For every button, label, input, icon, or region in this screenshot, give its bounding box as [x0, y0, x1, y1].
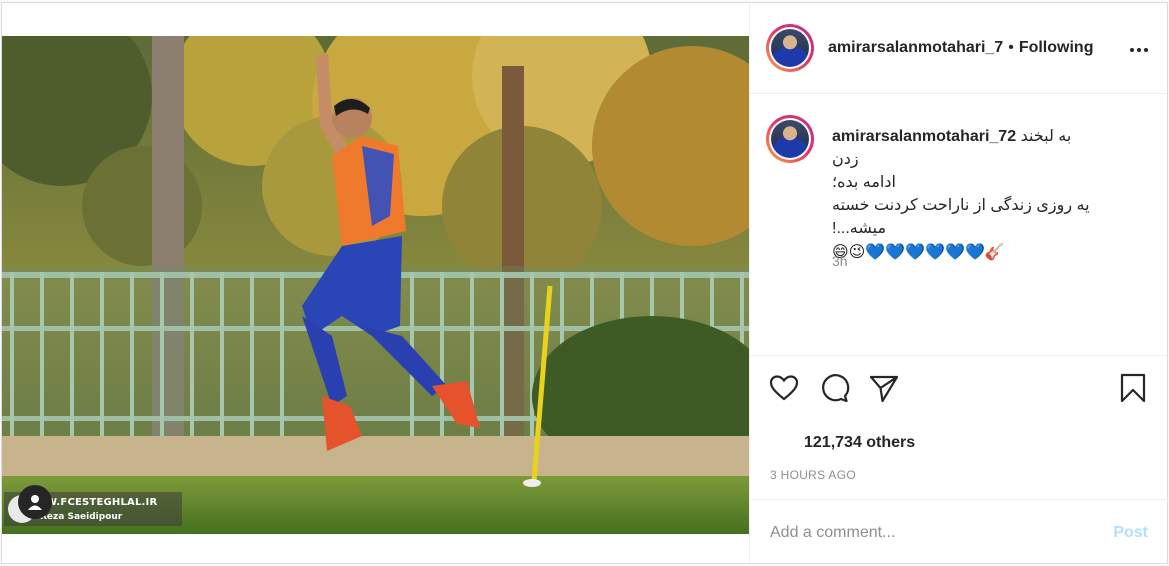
avatar[interactable]	[766, 24, 814, 72]
more-options-icon[interactable]	[1129, 37, 1149, 57]
caption-username[interactable]: amirarsalanmotahari_72	[832, 128, 1016, 145]
caption-avatar[interactable]	[766, 115, 814, 163]
post-header: amirarsalanmotahari_7 • Following	[750, 3, 1167, 94]
caption-section: amirarsalanmotahari_72 به لبخند زدن ادام…	[750, 94, 1167, 356]
heart-icon[interactable]	[768, 372, 800, 404]
comment-bar: Post	[750, 499, 1168, 565]
post-timestamp: 3 HOURS AGO	[770, 468, 856, 482]
separator-dot: •	[1008, 39, 1014, 56]
post-photo[interactable]	[2, 36, 749, 534]
post-media: W.FCESTEGHLAL.IR Reza Saeidipour	[2, 3, 750, 563]
header-username[interactable]: amirarsalanmotahari_7	[828, 39, 1003, 57]
paper-plane-icon[interactable]	[868, 372, 900, 404]
post-card: W.FCESTEGHLAL.IR Reza Saeidipour amirars…	[1, 2, 1168, 564]
watermark-site: W.FCESTEGHLAL.IR	[46, 497, 158, 508]
comment-icon[interactable]	[818, 372, 850, 404]
likes-count[interactable]: 121,734 others	[804, 434, 915, 452]
comment-input[interactable]	[770, 523, 1114, 542]
watermark-credit: Reza Saeidipour	[40, 512, 123, 522]
following-button[interactable]: Following	[1019, 39, 1094, 57]
user-tag-icon[interactable]	[18, 485, 52, 519]
post-comment-button[interactable]: Post	[1113, 524, 1148, 542]
action-bar	[750, 356, 1167, 422]
caption-time[interactable]: 3h	[832, 253, 848, 269]
caption-line-3: یه روزی زندگی از ناراحت کردنت خسته	[832, 197, 1090, 214]
bookmark-icon[interactable]	[1117, 372, 1149, 404]
caption-text: amirarsalanmotahari_72 به لبخند زدن ادام…	[832, 125, 1102, 263]
caption-emojis: 😄😉💙💙💙💙💙💙🎸	[832, 242, 1005, 261]
caption-line-2: ادامه بده؛	[832, 174, 896, 191]
caption-line-4: میشه...!	[832, 220, 887, 237]
